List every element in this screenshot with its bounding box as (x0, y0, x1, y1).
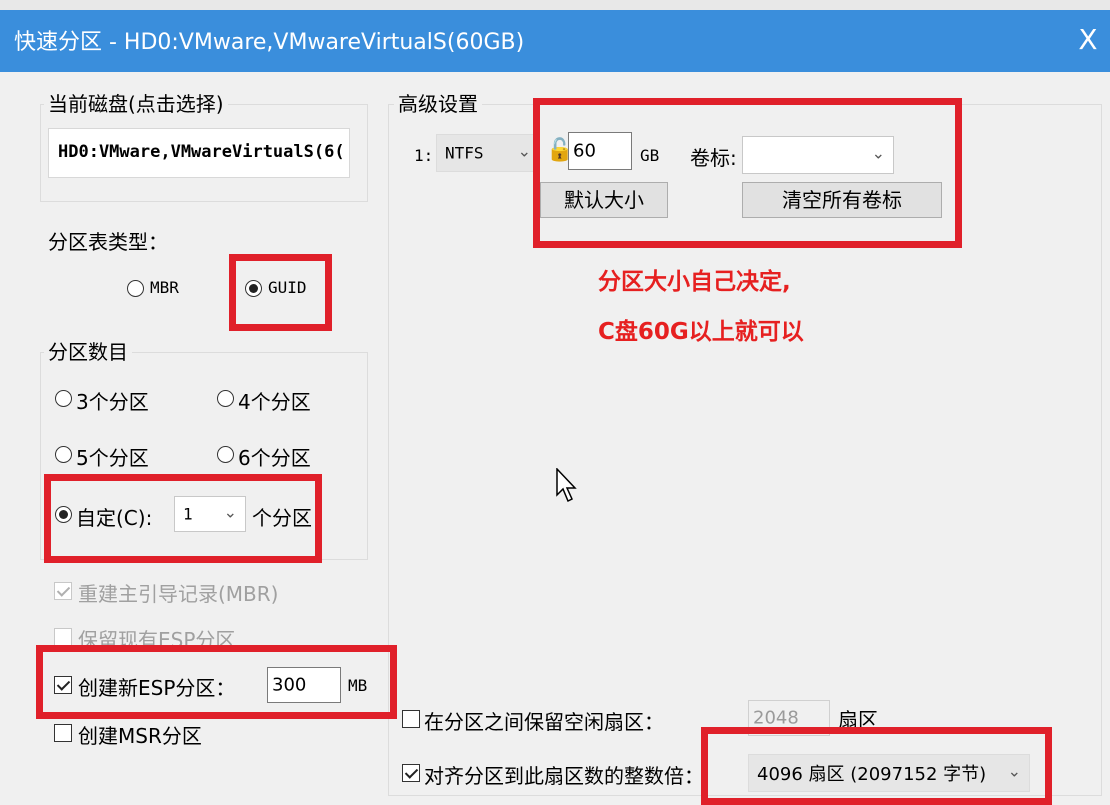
highlight-box-custom-count (44, 474, 322, 563)
highlight-box-new-esp (36, 645, 397, 719)
radio-5-partitions-label: 5个分区 (76, 446, 149, 470)
align-label: 对齐分区到此扇区数的整数倍： (424, 764, 704, 788)
reserve-sectors-label: 在分区之间保留空闲扇区： (424, 710, 664, 734)
close-button[interactable]: X (1070, 20, 1106, 60)
partition-count-legend: 分区数目 (44, 336, 132, 365)
reserve-sectors-checkbox[interactable] (402, 710, 420, 728)
highlight-box-alignment (701, 727, 1052, 805)
rebuild-mbr-label: 重建主引导记录(MBR) (78, 582, 279, 606)
window-title: 快速分区 - HD0:VMware,VMwareVirtualS(60GB) (14, 30, 525, 55)
radio-3-partitions-label: 3个分区 (76, 390, 149, 414)
filesystem-select[interactable]: NTFS ⌄ (436, 134, 540, 172)
radio-6-partitions-label: 6个分区 (238, 446, 311, 470)
window-top-edge (0, 0, 1110, 10)
disk-selector-text: HD0:VMware,VMwareVirtualS(6( (58, 142, 345, 162)
advanced-group-legend: 高级设置 (394, 88, 482, 117)
radio-mbr-label: MBR (150, 278, 179, 297)
radio-4-partitions[interactable] (217, 390, 234, 407)
partition-table-label: 分区表类型： (48, 230, 168, 254)
partition-row-index: 1: (414, 146, 434, 165)
annotation-line-1: 分区大小自己决定, (598, 269, 791, 295)
rebuild-mbr-checkbox[interactable] (54, 582, 72, 600)
reserve-sectors-value: 2048 (753, 707, 799, 729)
align-checkbox[interactable] (402, 764, 420, 782)
radio-6-partitions[interactable] (217, 446, 234, 463)
highlight-box-size-settings (533, 98, 962, 248)
chevron-down-icon: ⌄ (517, 141, 531, 161)
new-msr-label: 创建MSR分区 (78, 724, 202, 748)
new-msr-checkbox[interactable] (54, 724, 72, 742)
cursor-icon (556, 468, 577, 503)
radio-3-partitions[interactable] (55, 390, 72, 407)
highlight-box-guid (229, 254, 332, 331)
radio-mbr[interactable] (127, 280, 144, 297)
keep-esp-checkbox[interactable] (54, 628, 72, 646)
radio-4-partitions-label: 4个分区 (238, 390, 311, 414)
annotation-line-2: C盘60G以上就可以 (598, 319, 804, 345)
disk-group-legend: 当前磁盘(点击选择) (44, 88, 228, 117)
radio-5-partitions[interactable] (55, 446, 72, 463)
filesystem-value: NTFS (445, 143, 484, 163)
